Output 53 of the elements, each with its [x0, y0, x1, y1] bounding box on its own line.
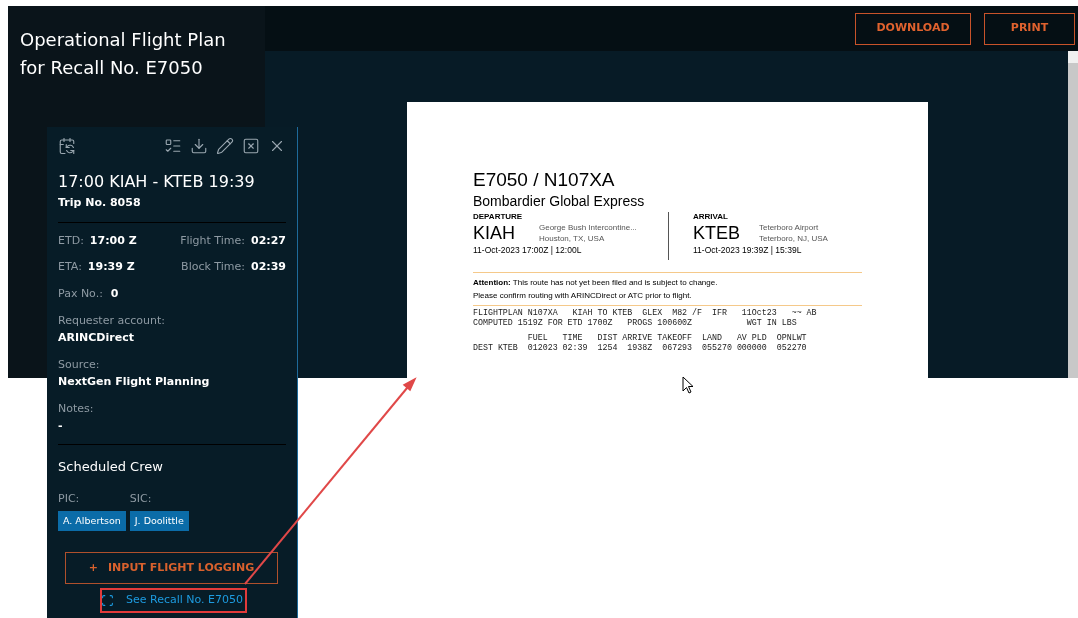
page-title: for Recall No. E7050	[20, 56, 204, 80]
field-label: Pax No.:	[58, 285, 103, 302]
toolbar-button[interactable]: PRINT	[984, 12, 1075, 45]
airport-code: KIAH	[473, 222, 516, 244]
input-flight-logging-button[interactable]: + INPUT FLIGHT LOGGING	[65, 552, 278, 585]
field-value: 19:39 Z	[87, 259, 135, 275]
field-label: Source:	[58, 357, 101, 373]
field-value: -	[58, 418, 64, 434]
field-label: Requester account:	[58, 313, 166, 329]
airport-city: Houston, TX, USA	[539, 234, 606, 243]
checklist-icon[interactable]	[164, 137, 182, 155]
leg-time: 11-Oct-2023 17:00Z | 12:00L	[473, 244, 583, 257]
aircraft-type: Bombardier Global Express	[473, 192, 646, 210]
field-label: ETA:	[58, 259, 82, 275]
crew-heading: Scheduled Crew	[58, 458, 164, 476]
field-value: 02:27	[251, 232, 286, 249]
field-label: Block Time:	[181, 259, 245, 275]
crew-role: SIC:	[129, 490, 153, 507]
leg-time: 11-Oct-2023 19:39Z | 15:39L	[693, 244, 803, 257]
leg-label: DEPARTURE	[473, 212, 524, 222]
field-value: NextGen Flight Planning	[58, 374, 211, 390]
field-value: 02:39	[251, 259, 286, 275]
crew-member-tag: J. Doolittle	[129, 511, 189, 532]
flight-plan-line: FUEL TIME DIST ARRIVE TAKEOFF LAND AV PLD OPNLWT	[526, 333, 808, 343]
field-value: ARINCDirect	[58, 330, 135, 346]
flight-plan-line: DEST KTEB 012023 02:39 1254 1938Z 067293 055270 000000 052270	[473, 343, 808, 353]
field-label: ETD:	[58, 232, 84, 249]
flight-plan-line: FLIGHTPLAN N107XA KIAH TO KTEB GLEX M82 /F IFR 11Oct23 ~~ AB	[473, 308, 818, 318]
trip-number: Trip No. 8058	[58, 195, 142, 211]
toolbar-button[interactable]: DOWNLOAD	[855, 12, 971, 45]
airport-name: George Bush Intercontine...	[539, 223, 637, 232]
flight-route: 17:00 KIAH - KTEB 19:39	[58, 172, 256, 192]
field-label: Flight Time:	[180, 232, 245, 249]
airport-city: Teterboro, NJ, USA	[759, 234, 828, 243]
leg-label: ARRIVAL	[693, 212, 729, 222]
x-box-icon[interactable]	[242, 137, 260, 155]
field-value: 0	[110, 285, 119, 302]
notice-text: Attention: This route has not yet been filed and is subject to change.	[473, 277, 719, 289]
flight-plan-line: COMPUTED 1519Z FOR ETD 1700Z PROGS 100600Z WGT IN LBS	[473, 318, 798, 328]
document-heading: E7050 / N107XA	[473, 168, 616, 192]
crew-role: PIC:	[58, 490, 81, 507]
page-title: Operational Flight Plan	[20, 28, 227, 52]
airport-name: Teterboro Airport	[759, 223, 820, 232]
crew-member-tag: A. Albertson	[58, 511, 126, 532]
field-label: Notes:	[58, 401, 95, 417]
see-recall-link[interactable]: See Recall No. E7050	[101, 592, 243, 609]
download-icon[interactable]	[190, 137, 208, 155]
calendar-sync-icon[interactable]	[58, 137, 76, 155]
field-value: 17:00 Z	[89, 232, 137, 249]
airport-code: KTEB	[693, 222, 741, 244]
pencil-icon[interactable]	[216, 137, 234, 155]
expand-icon	[101, 594, 114, 607]
notice-text: Please confirm routing with ARINCDirect or ATC prior to flight.	[473, 290, 693, 302]
